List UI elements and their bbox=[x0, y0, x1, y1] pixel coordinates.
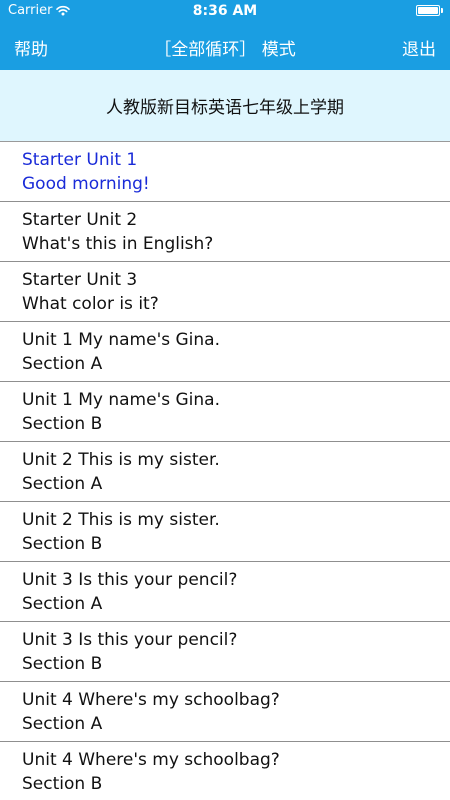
lesson-subtitle: What color is it? bbox=[22, 293, 159, 314]
battery-level bbox=[418, 7, 438, 14]
lesson-list: Starter Unit 1 Good morning! Starter Unit … bbox=[0, 142, 450, 800]
lesson-unit-title: Unit 4 Where's my schoolbag? bbox=[22, 749, 280, 770]
lesson-row[interactable]: Unit 1 My name's Gina. Section B bbox=[0, 382, 450, 442]
loop-mode-button[interactable]: ［全部循环］ 模式 bbox=[154, 40, 295, 60]
top-bar: Carrier 8:36 AM 帮助 ［全部循环］ 模式 退出 bbox=[0, 0, 450, 70]
lesson-row[interactable]: Unit 4 Where's my schoolbag? Section B bbox=[0, 742, 450, 800]
app-screen: Carrier 8:36 AM 帮助 ［全部循环］ 模式 退出 人教版新目标英语… bbox=[0, 0, 450, 800]
battery-icon bbox=[416, 5, 440, 16]
lesson-unit-title: Unit 1 My name's Gina. bbox=[22, 389, 220, 410]
lesson-subtitle: Good morning! bbox=[22, 173, 150, 194]
lesson-unit-title: Unit 3 Is this your pencil? bbox=[22, 569, 238, 590]
lesson-subtitle: Section B bbox=[22, 413, 103, 434]
exit-button[interactable]: 退出 bbox=[402, 35, 436, 60]
navigation-bar: 帮助 ［全部循环］ 模式 退出 bbox=[0, 22, 450, 70]
lesson-row[interactable]: Unit 2 This is my sister. Section A bbox=[0, 442, 450, 502]
lesson-subtitle: Section A bbox=[22, 713, 103, 734]
lesson-subtitle: Section A bbox=[22, 473, 103, 494]
status-bar: Carrier 8:36 AM bbox=[0, 0, 450, 22]
loop-mode-title: ［全部循环］ 模式 bbox=[0, 35, 450, 60]
book-title-header: 人教版新目标英语七年级上学期 bbox=[0, 70, 450, 142]
lesson-subtitle: Section A bbox=[22, 353, 103, 374]
lesson-row[interactable]: Starter Unit 3 What color is it? bbox=[0, 262, 450, 322]
lesson-subtitle: What's this in English? bbox=[22, 233, 214, 254]
lesson-subtitle: Section B bbox=[22, 653, 103, 674]
lesson-subtitle: Section B bbox=[22, 773, 103, 794]
lesson-row[interactable]: Unit 1 My name's Gina. Section A bbox=[0, 322, 450, 382]
lesson-unit-title: Starter Unit 2 bbox=[22, 209, 138, 230]
lesson-subtitle: Section A bbox=[22, 593, 103, 614]
lesson-row[interactable]: Starter Unit 2 What's this in English? bbox=[0, 202, 450, 262]
lesson-unit-title: Starter Unit 1 bbox=[22, 149, 138, 170]
status-time: 8:36 AM bbox=[192, 3, 258, 19]
lesson-row[interactable]: Unit 2 This is my sister. Section B bbox=[0, 502, 450, 562]
lesson-unit-title: Unit 3 Is this your pencil? bbox=[22, 629, 238, 650]
lesson-row[interactable]: Unit 3 Is this your pencil? Section B bbox=[0, 622, 450, 682]
book-title: 人教版新目标英语七年级上学期 bbox=[106, 98, 344, 118]
lesson-unit-title: Unit 4 Where's my schoolbag? bbox=[22, 689, 280, 710]
lesson-unit-title: Starter Unit 3 bbox=[22, 269, 138, 290]
lesson-row[interactable]: Unit 4 Where's my schoolbag? Section A bbox=[0, 682, 450, 742]
lesson-row[interactable]: Starter Unit 1 Good morning! bbox=[0, 142, 450, 202]
lesson-unit-title: Unit 2 This is my sister. bbox=[22, 509, 220, 530]
lesson-unit-title: Unit 1 My name's Gina. bbox=[22, 329, 220, 350]
lesson-unit-title: Unit 2 This is my sister. bbox=[22, 449, 220, 470]
lesson-row[interactable]: Unit 3 Is this your pencil? Section A bbox=[0, 562, 450, 622]
battery-tip bbox=[441, 8, 443, 13]
lesson-subtitle: Section B bbox=[22, 533, 103, 554]
